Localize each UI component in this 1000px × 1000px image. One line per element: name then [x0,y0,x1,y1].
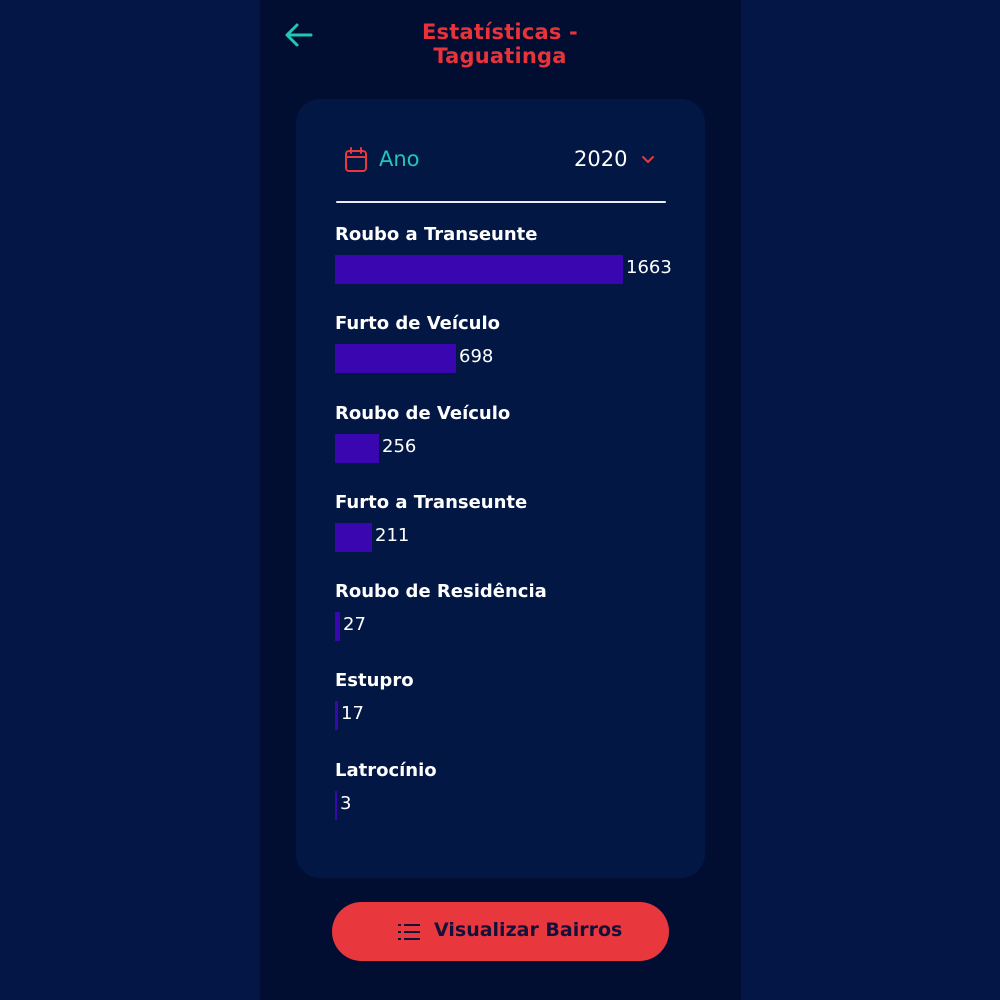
stat-item: Furto de Veículo 698 [335,313,675,402]
stat-item: Latrocínio 3 [335,760,675,849]
view-neighborhoods-button[interactable]: Visualizar Bairros [332,902,669,961]
stat-bar-row: 211 [335,522,675,553]
stat-item: Estupro 17 [335,670,675,759]
back-button[interactable] [282,18,316,52]
stat-bar-row: 698 [335,344,675,374]
stat-label: Estupro [335,670,414,692]
stat-bar [335,522,372,552]
stat-value: 698 [459,346,494,368]
stat-bar [335,433,379,463]
calendar-icon [345,147,367,172]
stat-bar-row: 1663 [335,255,675,285]
stat-value: 211 [375,524,410,546]
year-dropdown[interactable]: 2020 [566,145,666,177]
divider [336,201,666,203]
stat-bar-row: 27 [335,612,675,642]
app-screen: Estatísticas - Taguatinga Ano 2020 Roubo… [260,0,741,1000]
year-dropdown-value: 2020 [574,147,628,171]
stat-bar [335,701,338,731]
stat-value: 17 [341,703,364,725]
stat-bar [335,255,623,284]
stat-label: Furto a Transeunte [335,491,528,513]
stat-value: 256 [382,435,417,457]
stat-label: Roubo de Veículo [335,402,511,424]
stat-value: 1663 [626,257,672,278]
chevron-down-icon [642,156,654,163]
stat-bar [335,612,340,642]
stat-bar [335,344,456,374]
stat-item: Roubo de Residência 27 [335,581,675,670]
year-filter-label: Ano [379,147,420,171]
year-filter: Ano 2020 [336,139,666,183]
stats-card: Ano 2020 Roubo a Transeunte 1663 Furto d… [296,99,705,878]
list-icon [398,924,420,940]
stats-list: Roubo a Transeunte 1663 Furto de Veículo… [335,224,675,849]
stat-item: Roubo a Transeunte 1663 [335,224,675,313]
stat-item: Furto a Transeunte 211 [335,492,675,581]
stat-bar-row: 3 [335,790,675,821]
stat-label: Roubo a Transeunte [335,224,538,245]
page-title: Estatísticas - Taguatinga [422,20,578,68]
stat-value: 3 [340,792,352,814]
stat-bar [335,790,337,820]
stat-label: Latrocínio [335,759,437,781]
arrow-left-icon [285,23,313,47]
stat-label: Furto de Veículo [335,313,501,335]
stat-item: Roubo de Veículo 256 [335,403,675,492]
stat-bar-row: 17 [335,701,675,731]
stat-bar-row: 256 [335,433,675,464]
view-neighborhoods-label: Visualizar Bairros [434,919,623,941]
stat-value: 27 [343,614,366,636]
header: Estatísticas - Taguatinga [260,0,741,70]
stat-label: Roubo de Residência [335,581,547,603]
